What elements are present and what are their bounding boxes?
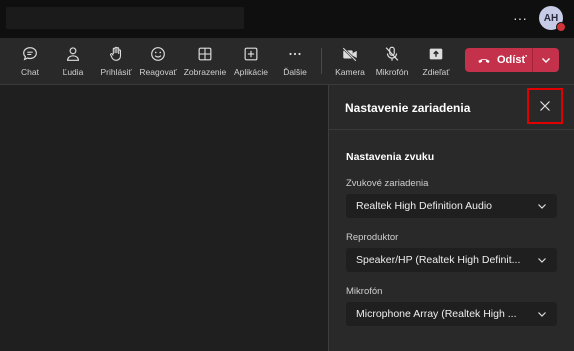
- audio-devices-label: Zvukové zariadenia: [346, 178, 429, 189]
- presence-status-icon: [556, 22, 566, 32]
- chat-icon: [23, 47, 37, 61]
- microphone-value: Microphone Array (Realtek High ...: [356, 308, 517, 320]
- top-bar: ··· AH: [0, 0, 574, 38]
- camera-off-icon: [341, 46, 358, 63]
- view-button[interactable]: Zobrazenie: [182, 42, 228, 80]
- speaker-value: Speaker/HP (Realtek High Definit...: [356, 254, 521, 266]
- chevron-down-icon: [538, 312, 546, 317]
- speaker-label: Reproduktor: [346, 232, 399, 243]
- grid-view-icon: [198, 47, 212, 61]
- device-settings-panel: Nastavenie zariadenia Nastavenia zvuku Z…: [328, 85, 574, 351]
- ellipsis-icon: [289, 52, 301, 56]
- microphone-field-label: Mikrofón: [346, 286, 383, 297]
- chevron-down-icon: [538, 204, 546, 209]
- mic-off-icon: [385, 46, 399, 61]
- speaker-select[interactable]: Speaker/HP (Realtek High Definit...: [346, 248, 557, 272]
- toolbar-divider: [321, 48, 322, 74]
- chevron-down-icon: [542, 58, 550, 63]
- share-label: Zdieľať: [422, 67, 450, 77]
- emoji-icon: [151, 47, 165, 61]
- add-app-icon: [244, 47, 258, 61]
- more-button[interactable]: Ďalšie: [278, 42, 312, 80]
- chevron-down-icon: [538, 258, 546, 263]
- meeting-stage: [0, 85, 328, 351]
- chat-label: Chat: [21, 67, 39, 77]
- camera-button[interactable]: Kamera: [332, 42, 368, 80]
- leave-button[interactable]: Odísť: [465, 48, 532, 72]
- hang-up-icon: [478, 58, 490, 63]
- avatar-initials: AH: [543, 12, 559, 24]
- audio-device-select[interactable]: Realtek High Definition Audio: [346, 194, 557, 218]
- raise-hand-label: Prihlásiť: [100, 67, 132, 77]
- close-icon: [540, 101, 550, 111]
- camera-label: Kamera: [335, 67, 365, 77]
- microphone-button[interactable]: Mikrofón: [373, 42, 411, 80]
- raise-hand-button[interactable]: Prihlásiť: [96, 42, 136, 80]
- people-button[interactable]: Ľudia: [56, 42, 90, 80]
- audio-settings-heading: Nastavenia zvuku: [346, 151, 435, 163]
- microphone-label: Mikrofón: [375, 67, 409, 77]
- apps-label: Aplikácie: [233, 67, 269, 77]
- close-button[interactable]: [527, 88, 563, 124]
- share-button[interactable]: Zdieľať: [418, 42, 454, 80]
- microphone-select[interactable]: Microphone Array (Realtek High ...: [346, 302, 557, 326]
- people-label: Ľudia: [62, 67, 84, 77]
- share-screen-icon: [429, 48, 443, 60]
- panel-header: Nastavenie zariadenia: [329, 85, 574, 130]
- leave-button-group: Odísť: [465, 48, 559, 72]
- chat-button[interactable]: Chat: [13, 42, 47, 80]
- view-label: Zobrazenie: [183, 67, 227, 77]
- more-options-icon[interactable]: ···: [510, 8, 530, 28]
- leave-label: Odísť: [497, 54, 527, 66]
- audio-device-value: Realtek High Definition Audio: [356, 200, 492, 212]
- leave-options-button[interactable]: [533, 48, 559, 72]
- apps-button[interactable]: Aplikácie: [231, 42, 271, 80]
- hand-icon: [110, 46, 122, 61]
- people-icon: [67, 47, 79, 61]
- react-label: Reagovať: [139, 67, 177, 77]
- react-button[interactable]: Reagovať: [138, 42, 178, 80]
- more-label: Ďalšie: [283, 67, 307, 77]
- panel-title: Nastavenie zariadenia: [345, 101, 471, 115]
- meeting-title-box: [6, 7, 244, 29]
